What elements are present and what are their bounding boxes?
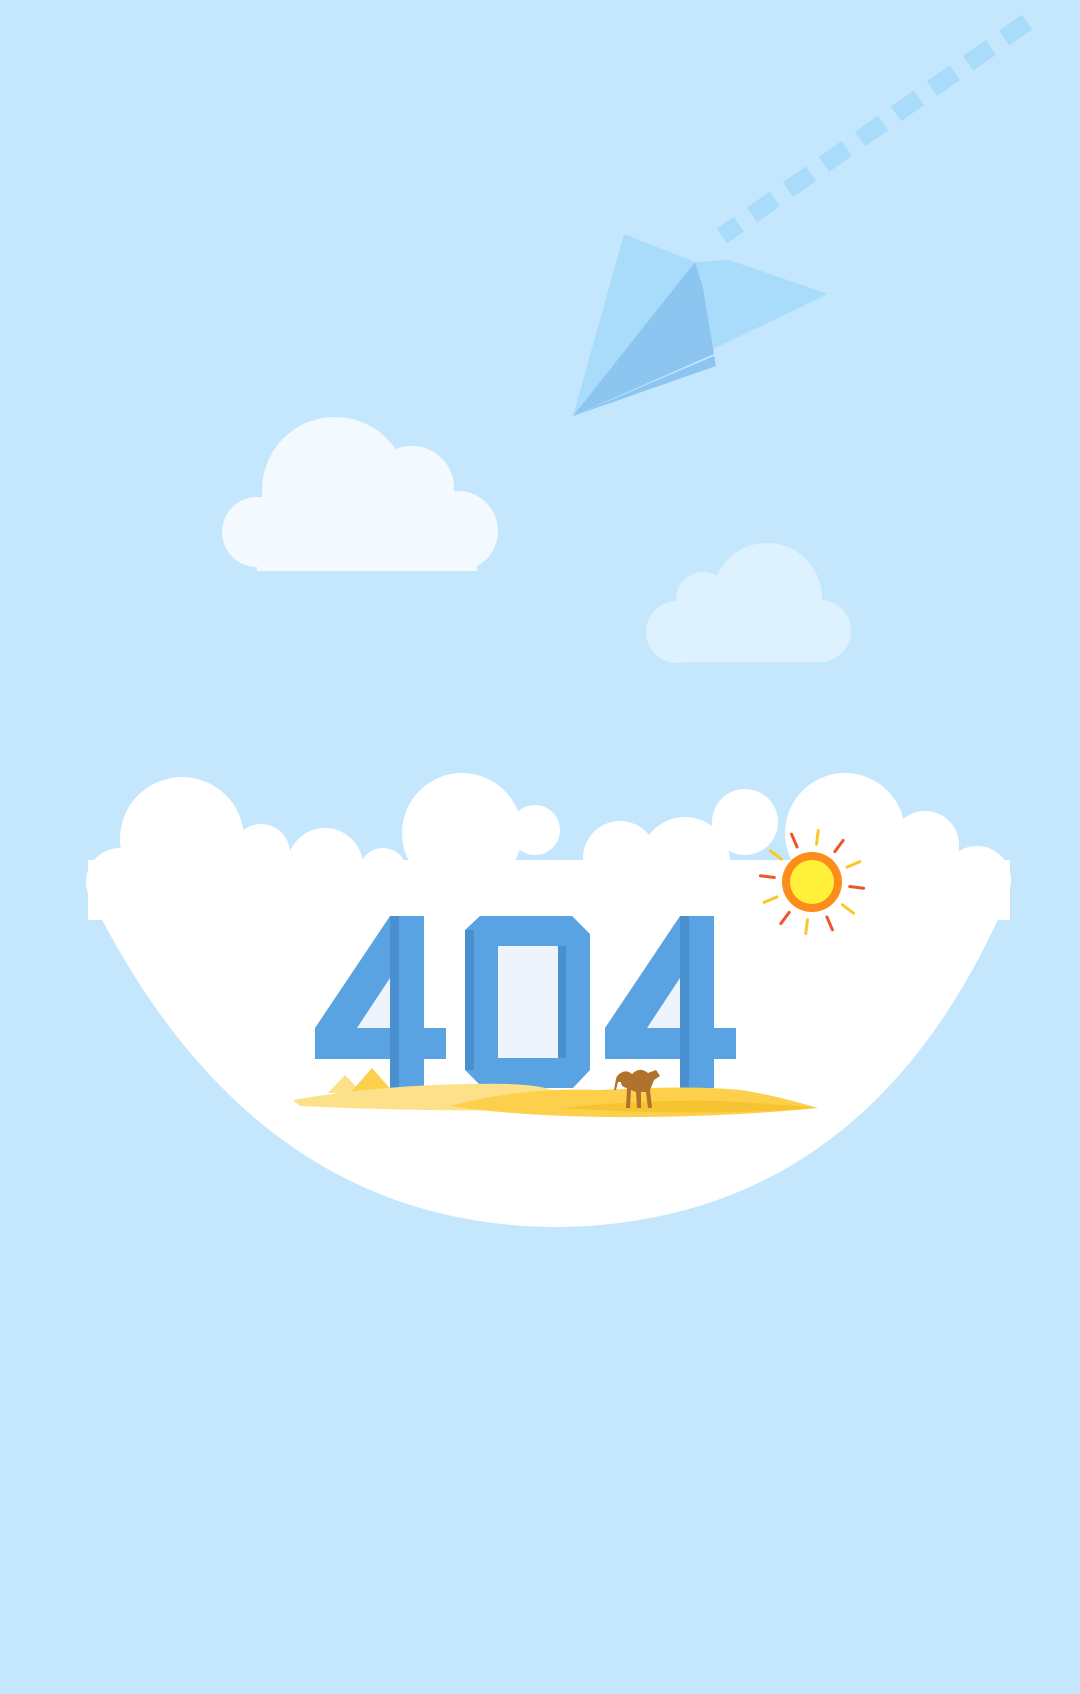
sun-ray [758,874,776,879]
digit-zero [465,916,590,1088]
sun-ray [848,885,866,890]
sun-ray [804,918,809,936]
error-404-page [0,0,1080,1694]
sun-ray [815,828,820,846]
illustration-canvas [0,0,1080,1694]
